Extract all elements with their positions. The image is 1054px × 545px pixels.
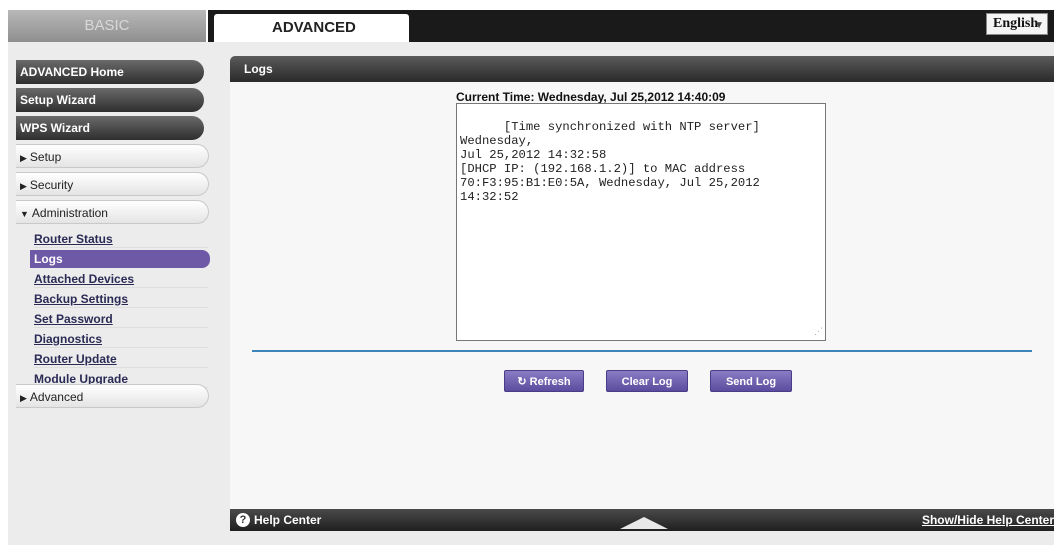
sidebar-section-security[interactable]: ▶ Security (16, 172, 209, 196)
logs-content: Current Time: Wednesday, Jul 25,2012 14:… (230, 82, 1054, 509)
language-select[interactable]: English ▼ (986, 13, 1048, 35)
sidebar-link-backup-settings[interactable]: Backup Settings (34, 290, 208, 308)
refresh-icon: ↻ (517, 376, 527, 388)
sidebar-section-label: Administration (31, 206, 108, 220)
page-title: Logs (230, 56, 1054, 82)
sidebar: ADVANCED Home Setup Wizard WPS Wizard ▶ S… (8, 42, 230, 545)
help-center-bar: ? Help Center Show/Hide Help Center (230, 509, 1054, 531)
current-time: Current Time: Wednesday, Jul 25,2012 14:… (456, 90, 726, 104)
sidebar-link-router-update[interactable]: Router Update (34, 350, 208, 368)
sidebar-section-label: Security (29, 178, 74, 192)
arrow-down-icon: ▼ (20, 209, 29, 219)
sidebar-section-administration[interactable]: ▼ Administration (16, 200, 209, 224)
resize-grip-icon[interactable]: ⋰ (814, 325, 823, 339)
sidebar-link-diagnostics[interactable]: Diagnostics (34, 330, 208, 348)
sidebar-section-label: Advanced (29, 390, 84, 404)
show-hide-help-center-link[interactable]: Show/Hide Help Center (922, 509, 1054, 531)
divider (252, 350, 1032, 352)
top-tab-bar: BASIC ADVANCED English ▼ (8, 10, 1054, 42)
help-center-label[interactable]: Help Center (254, 509, 321, 531)
sidebar-link-logs[interactable]: Logs (30, 250, 210, 268)
log-text: [Time synchronized with NTP server] Wedn… (460, 120, 760, 204)
arrow-right-icon: ▶ (20, 393, 27, 403)
sidebar-item-wps-wizard[interactable]: WPS Wizard (16, 116, 204, 140)
sidebar-section-setup[interactable]: ▶ Setup (16, 144, 209, 168)
send-log-button[interactable]: Send Log (710, 370, 792, 392)
clear-log-button[interactable]: Clear Log (606, 370, 688, 392)
chevron-down-icon: ▼ (1034, 20, 1044, 31)
tab-basic[interactable]: BASIC (8, 10, 208, 42)
arrow-right-icon: ▶ (20, 153, 27, 163)
sidebar-item-advanced-home[interactable]: ADVANCED Home (16, 60, 204, 84)
tab-advanced[interactable]: ADVANCED (214, 14, 409, 42)
refresh-button[interactable]: ↻ Refresh (504, 370, 584, 392)
sidebar-link-attached-devices[interactable]: Attached Devices (34, 270, 208, 288)
sidebar-section-label: Setup (29, 150, 62, 164)
main-panel: Logs Current Time: Wednesday, Jul 25,201… (230, 42, 1054, 545)
sidebar-section-advanced[interactable]: ▶ Advanced (16, 384, 209, 408)
language-selected-value: English (993, 16, 1039, 31)
log-textarea[interactable]: [Time synchronized with NTP server] Wedn… (456, 103, 826, 341)
help-icon: ? (236, 513, 250, 527)
refresh-label: Refresh (529, 376, 571, 388)
sidebar-link-router-status[interactable]: Router Status (34, 230, 208, 248)
sidebar-link-set-password[interactable]: Set Password (34, 310, 208, 328)
arrow-right-icon: ▶ (20, 181, 27, 191)
expand-arrow-icon[interactable] (620, 517, 668, 529)
sidebar-item-setup-wizard[interactable]: Setup Wizard (16, 88, 204, 112)
